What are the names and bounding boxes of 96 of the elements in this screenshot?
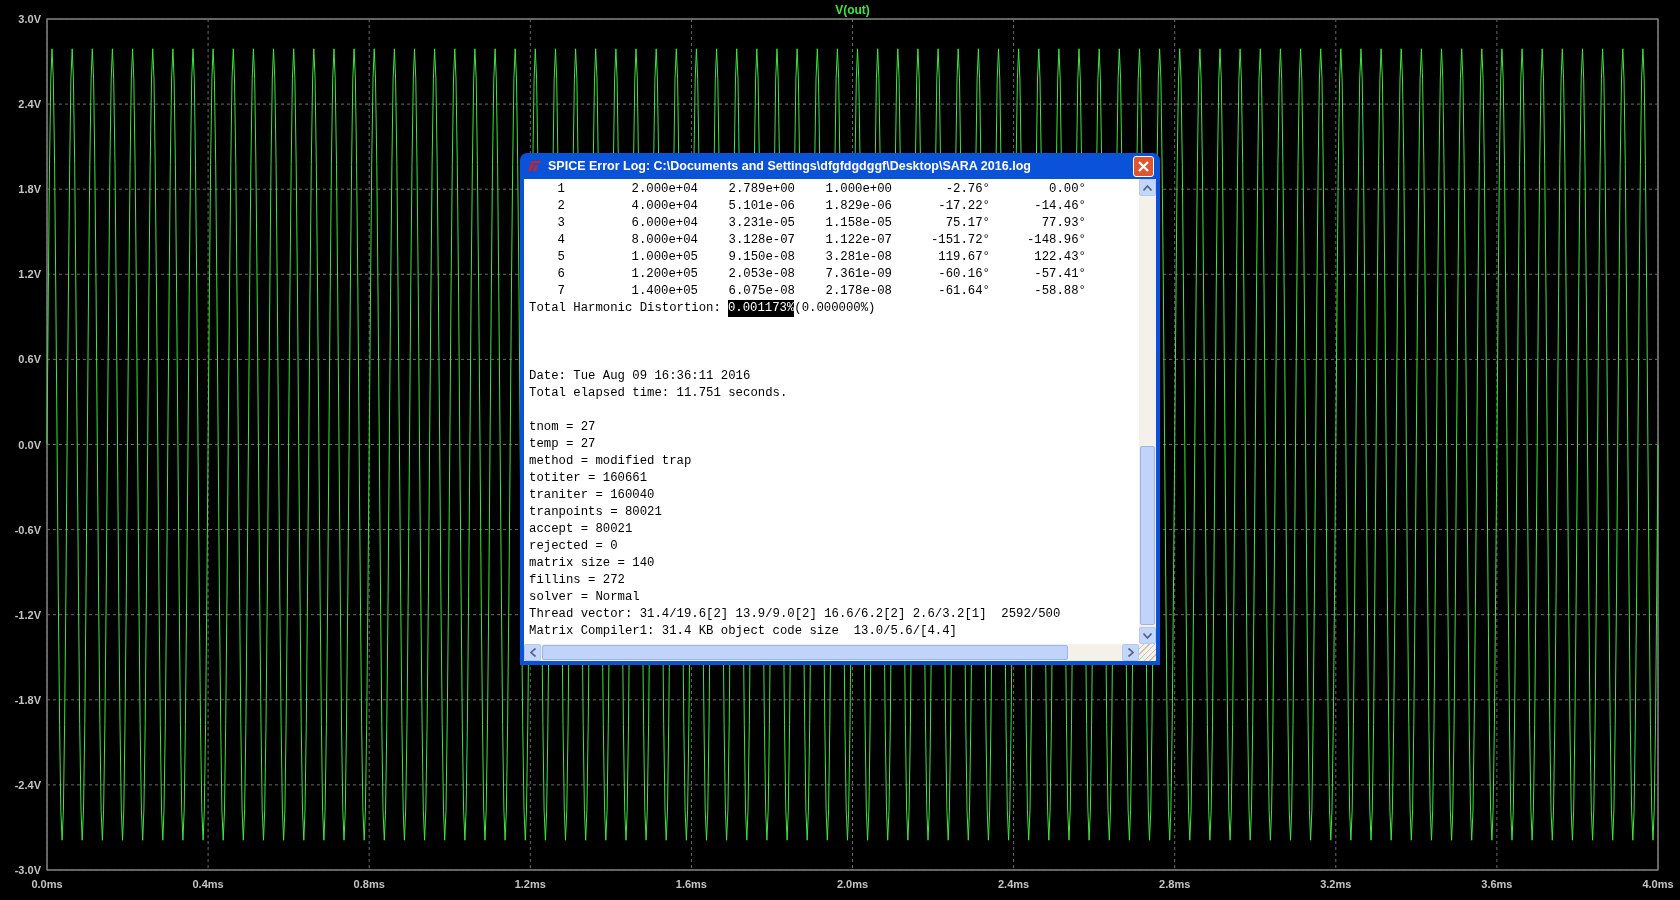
log-table-cell-text: 3.128e-07 xyxy=(727,232,795,249)
trace-label: V(out) xyxy=(835,3,870,17)
y-axis-label: -0.6V xyxy=(14,523,41,536)
x-axis-label: 2.8ms xyxy=(1159,878,1191,890)
log-table-cell-text: 1.400e+05 xyxy=(630,283,698,300)
log-table-cell-text: 77.93° xyxy=(1040,215,1086,232)
log-table-cell-text: 1.000e+05 xyxy=(630,249,698,266)
x-axis-label: 0.4ms xyxy=(192,878,224,890)
log-table-cell-text: 75.17° xyxy=(944,215,990,232)
x-axis-label: 4.0ms xyxy=(1642,878,1674,890)
log-table-cell-text: -151.72° xyxy=(929,232,990,249)
x-axis-label: 0.8ms xyxy=(353,878,385,890)
log-table-cell-text: 3.281e-08 xyxy=(824,249,892,266)
log-table-cell-text: 3.231e-05 xyxy=(727,215,795,232)
scroll-down-button[interactable] xyxy=(1139,627,1156,644)
scroll-thumb[interactable] xyxy=(542,645,1068,660)
log-text: (0.000000%) xyxy=(794,300,876,317)
log-table-cell-text: 7.361e-09 xyxy=(824,266,892,283)
app-logo-icon xyxy=(526,160,542,172)
y-axis-label: -1.2V xyxy=(14,608,41,621)
log-table-cell-text: 5 xyxy=(556,249,565,266)
resize-grip[interactable] xyxy=(1139,644,1156,661)
log-text: Total elapsed time: 11.751 seconds. xyxy=(529,385,788,402)
y-axis-label: -2.4V xyxy=(14,778,41,791)
window-title: SPICE Error Log: C:\Documents and Settings\dfgfdgdggf\Desktop\SARA 2016.log xyxy=(548,159,1032,173)
log-text: temp = 27 xyxy=(529,436,596,453)
log-table-cell-text: -17.22° xyxy=(937,198,990,215)
log-text: tranpoints = 80021 xyxy=(529,504,662,521)
log-table-cell-text: 1.000e+00 xyxy=(824,181,892,198)
vertical-scrollbar[interactable] xyxy=(1139,179,1156,644)
scroll-up-button[interactable] xyxy=(1139,179,1156,196)
y-axis-label: -3.0V xyxy=(14,864,41,876)
close-icon xyxy=(1137,159,1150,173)
scroll-left-button[interactable] xyxy=(524,644,541,661)
log-table-cell-text: 0.00° xyxy=(1048,181,1086,198)
x-axis-label: 3.6ms xyxy=(1481,878,1513,890)
log-table-cell-text: 1.122e-07 xyxy=(824,232,892,249)
log-text: Matrix Compiler1: 31.4 KB object code size 13.0/5.6/[4.4] xyxy=(529,623,957,640)
log-table-cell-text: 2 xyxy=(556,198,565,215)
y-axis-label: 1.8V xyxy=(18,183,41,196)
log-text: traniter = 160040 xyxy=(529,487,655,504)
y-axis-label: 1.2V xyxy=(18,268,41,281)
scroll-thumb[interactable] xyxy=(1140,445,1155,625)
log-text: totiter = 160661 xyxy=(529,470,648,487)
log-table-cell-text: -61.64° xyxy=(937,283,990,300)
log-table-cell-text: 8.000e+04 xyxy=(630,232,698,249)
log-table-cell-text: 2.000e+04 xyxy=(630,181,698,198)
log-table-cell-text: 5.101e-06 xyxy=(727,198,795,215)
log-table-cell-text: 9.150e-08 xyxy=(727,249,795,266)
log-table-cell-text: 6.075e-08 xyxy=(727,283,795,300)
x-axis-label: 1.6ms xyxy=(675,878,707,890)
log-table-cell-text: 2.789e+00 xyxy=(727,181,795,198)
log-table-cell-text: 1.200e+05 xyxy=(630,266,698,283)
horizontal-scrollbar[interactable] xyxy=(524,644,1156,661)
log-text: rejected = 0 xyxy=(529,538,618,555)
log-table-cell-text: -58.88° xyxy=(1033,283,1086,300)
x-axis-label: 3.2ms xyxy=(1320,878,1352,890)
x-axis-label: 2.4ms xyxy=(998,878,1030,890)
log-table-cell-text: -14.46° xyxy=(1033,198,1086,215)
x-axis-label: 2.0ms xyxy=(836,878,869,890)
log-table-cell-text: -148.96° xyxy=(1025,232,1086,249)
log-text: Thread vector: 31.4/19.6[2] 13.9/9.0[2] 16.6/6.2[2] 2.6/3.2[1] 2592/500 xyxy=(529,606,1061,623)
log-text: matrix size = 140 xyxy=(529,555,655,572)
log-table-cell-text: 2.053e-08 xyxy=(727,266,795,283)
log-table-cell-text: 6 xyxy=(556,266,565,283)
log-text: Date: Tue Aug 09 16:36:11 2016 xyxy=(529,368,751,385)
log-table-cell-text: 2.178e-08 xyxy=(824,283,892,300)
log-text: solver = Normal xyxy=(529,589,640,606)
scroll-right-button[interactable] xyxy=(1122,644,1139,661)
log-text: method = modified trap xyxy=(529,453,692,470)
log-text: accept = 80021 xyxy=(529,521,633,538)
y-axis-label: -1.8V xyxy=(14,693,41,706)
log-table-cell-text: -60.16° xyxy=(937,266,990,283)
y-axis-label: 2.4V xyxy=(18,98,41,111)
log-text: Total Harmonic Distortion: xyxy=(529,300,721,317)
close-button[interactable] xyxy=(1133,155,1154,177)
y-axis-label: 0.6V xyxy=(18,353,41,366)
thd-value: 0.001173% xyxy=(727,300,795,317)
log-table-cell-text: 6.000e+04 xyxy=(630,215,698,232)
y-axis-label: 3.0V xyxy=(18,13,41,25)
log-table-cell-text: 1 xyxy=(556,181,565,198)
log-table-cell-text: 4.000e+04 xyxy=(630,198,698,215)
log-table-cell-text: 1.158e-05 xyxy=(824,215,892,232)
x-axis-label: 0.0ms xyxy=(31,878,63,890)
log-table-cell-text: 7 xyxy=(556,283,565,300)
log-table-cell-text: 1.829e-06 xyxy=(824,198,892,215)
log-text: tnom = 27 xyxy=(529,419,596,436)
y-axis-label: 0.0V xyxy=(18,438,41,451)
log-table-cell-text: 4 xyxy=(556,232,565,249)
log-table-cell-text: 122.43° xyxy=(1033,249,1086,266)
log-text: fillins = 272 xyxy=(529,572,625,589)
x-axis-label: 1.2ms xyxy=(514,878,546,890)
log-table-cell-text: 3 xyxy=(556,215,565,232)
log-table-cell-text: -2.76° xyxy=(944,181,990,198)
log-table-cell-text: 119.67° xyxy=(937,249,990,266)
log-table-cell-text: -57.41° xyxy=(1033,266,1086,283)
